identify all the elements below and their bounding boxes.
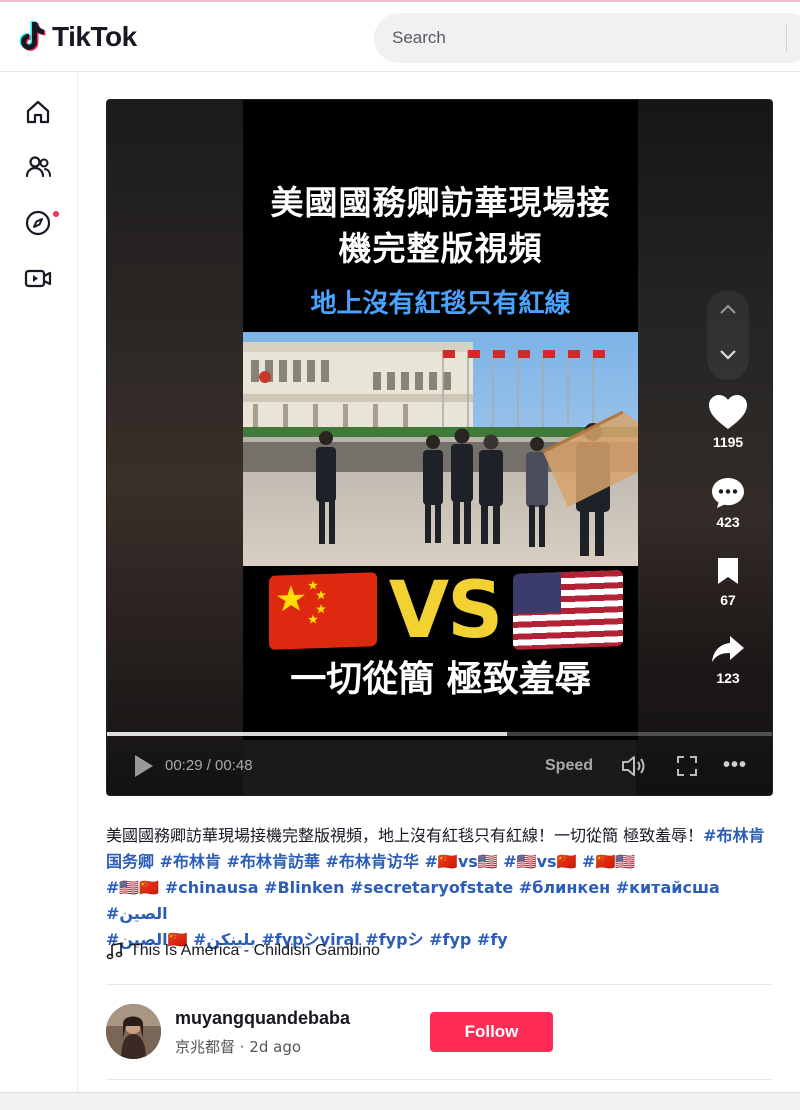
video-overlay-title: 美國國務卿訪華現場接 機完整版視頻 [243, 180, 638, 272]
caption-text: 美國國務卿訪華現場接機完整版視頻，地上沒有紅毯只有紅線！一切從簡 極致羞辱！ [106, 826, 704, 845]
sidebar-item-explore[interactable] [18, 203, 58, 243]
usa-flag-icon [513, 570, 623, 650]
video-progress-fill [107, 732, 508, 736]
avatar[interactable] [106, 1004, 161, 1059]
video-progress-bar[interactable] [107, 732, 772, 736]
divider [106, 984, 773, 985]
search-divider [786, 24, 787, 52]
explore-icon [25, 210, 51, 236]
more-options-button[interactable]: ••• [723, 754, 747, 777]
top-bar: TikTok [0, 0, 800, 72]
following-icon [25, 156, 51, 178]
video-overlay-title-line1: 美國國務卿訪華現場接 [270, 183, 611, 222]
tiktok-logo[interactable]: TikTok [18, 20, 137, 54]
caption-tags-2[interactable]: #🇺🇸🇨🇳 #chinausa #Blinken #secretaryofsta… [106, 878, 720, 923]
video-overlay-bottom: 一切從簡 極致羞辱 [290, 659, 591, 700]
author-username[interactable]: muyangquandebaba [175, 1008, 350, 1029]
music-link[interactable]: This Is America - Childish Gambino [106, 942, 380, 960]
bookmark-icon [718, 558, 738, 584]
video-nav-chevrons [707, 290, 749, 380]
divider [106, 1079, 773, 1080]
volume-button[interactable] [621, 754, 649, 783]
video-overlay-title-line2: 機完整版視頻 [338, 229, 543, 268]
like-count: 1195 [712, 434, 744, 450]
chevron-down-icon [720, 350, 736, 360]
notification-dot [53, 211, 59, 217]
save-count: 67 [720, 592, 736, 608]
music-title: This Is America - Childish Gambino [130, 942, 380, 959]
sidebar-item-following[interactable] [18, 147, 58, 187]
vs-text: VS [388, 566, 504, 656]
video-player[interactable]: 美國國務卿訪華現場接 機完整版視頻 地上沒有紅毯只有紅線 VS 一切從簡 極致羞… [106, 99, 773, 796]
more-icon: ••• [723, 754, 748, 776]
video-caption: 美國國務卿訪華現場接機完整版視頻，地上沒有紅毯只有紅線！一切從簡 極致羞辱！#布… [106, 823, 776, 953]
video-blur-left [107, 100, 243, 795]
live-icon [24, 269, 52, 288]
share-button[interactable]: 123 [699, 628, 757, 686]
bottom-scrollbar [0, 1092, 800, 1110]
tiktok-note-icon [18, 20, 48, 54]
play-icon [135, 755, 153, 777]
previous-video-button[interactable] [718, 302, 738, 321]
search-input[interactable] [374, 13, 800, 63]
play-button[interactable] [133, 754, 155, 783]
chevron-up-icon [720, 304, 736, 314]
follow-button[interactable]: Follow [430, 1012, 553, 1052]
video-photo [243, 332, 638, 566]
fullscreen-button[interactable] [675, 754, 699, 783]
comment-count: 423 [716, 514, 740, 530]
video-controls: 00:29 / 00:48 Speed ••• [107, 732, 772, 795]
like-button[interactable]: 1195 [699, 392, 757, 450]
sidebar-item-home[interactable] [18, 92, 58, 132]
home-icon [26, 100, 50, 124]
speed-button[interactable]: Speed [545, 757, 593, 775]
author-meta: 京兆都督 · 2d ago [175, 1038, 302, 1056]
sidebar [0, 72, 78, 1102]
volume-icon [622, 756, 645, 776]
share-count: 123 [716, 670, 740, 686]
video-frame: 美國國務卿訪華現場接 機完整版視頻 地上沒有紅毯只有紅線 VS 一切從簡 極致羞… [243, 100, 638, 740]
video-time: 00:29 / 00:48 [165, 757, 253, 774]
sidebar-item-live[interactable] [18, 258, 58, 298]
save-button[interactable]: 67 [699, 550, 757, 608]
video-overlay-subtitle: 地上沒有紅毯只有紅線 [310, 289, 571, 319]
comment-icon [712, 478, 744, 508]
app-name: TikTok [52, 21, 137, 52]
share-icon [712, 636, 744, 662]
comment-button[interactable]: 423 [699, 472, 757, 530]
china-flag-icon [269, 572, 377, 650]
next-video-button[interactable] [718, 348, 738, 367]
heart-icon [709, 395, 747, 429]
fullscreen-icon [677, 756, 697, 776]
flags-vs: VS [263, 566, 623, 656]
music-note-icon [106, 942, 123, 960]
